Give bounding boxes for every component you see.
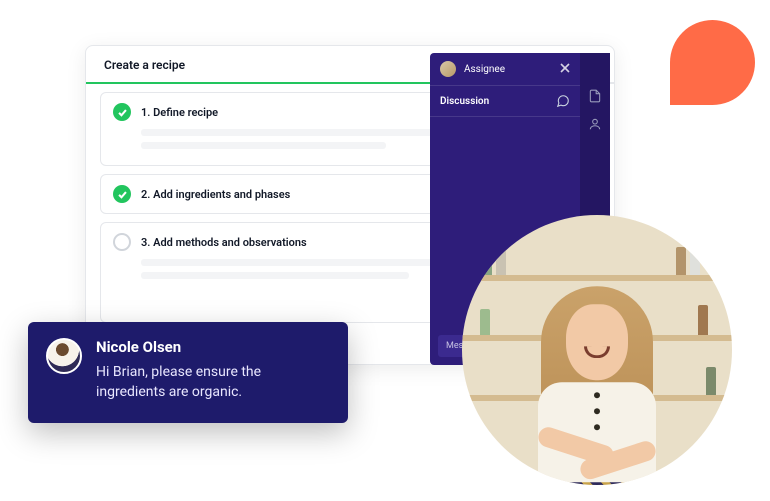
- tab-label: Discussion: [440, 96, 489, 107]
- chat-icon: [556, 94, 570, 108]
- chat-message: Nicole Olsen Hi Brian, please ensure the…: [28, 322, 348, 423]
- assignee-label: Assignee: [464, 64, 505, 75]
- chat-author: Nicole Olsen: [96, 338, 330, 356]
- circle-icon: [113, 233, 131, 251]
- hero-photo: [462, 215, 732, 485]
- avatar: [46, 338, 82, 374]
- check-icon: [113, 103, 131, 121]
- assignee-row[interactable]: Assignee: [430, 53, 580, 86]
- tab-discussion[interactable]: Discussion: [430, 86, 580, 117]
- step-title: 2. Add ingredients and phases: [141, 188, 290, 201]
- check-icon: [113, 185, 131, 203]
- chat-text: Hi Brian, please ensure the ingredients …: [96, 362, 330, 403]
- person-illustration: [517, 286, 677, 485]
- user-icon[interactable]: [588, 117, 602, 131]
- step-title: 3. Add methods and observations: [141, 236, 307, 249]
- avatar: [440, 61, 456, 77]
- document-icon[interactable]: [588, 89, 602, 103]
- decorative-blob: [670, 20, 755, 105]
- step-title: 1. Define recipe: [141, 106, 218, 119]
- close-icon[interactable]: [560, 63, 570, 76]
